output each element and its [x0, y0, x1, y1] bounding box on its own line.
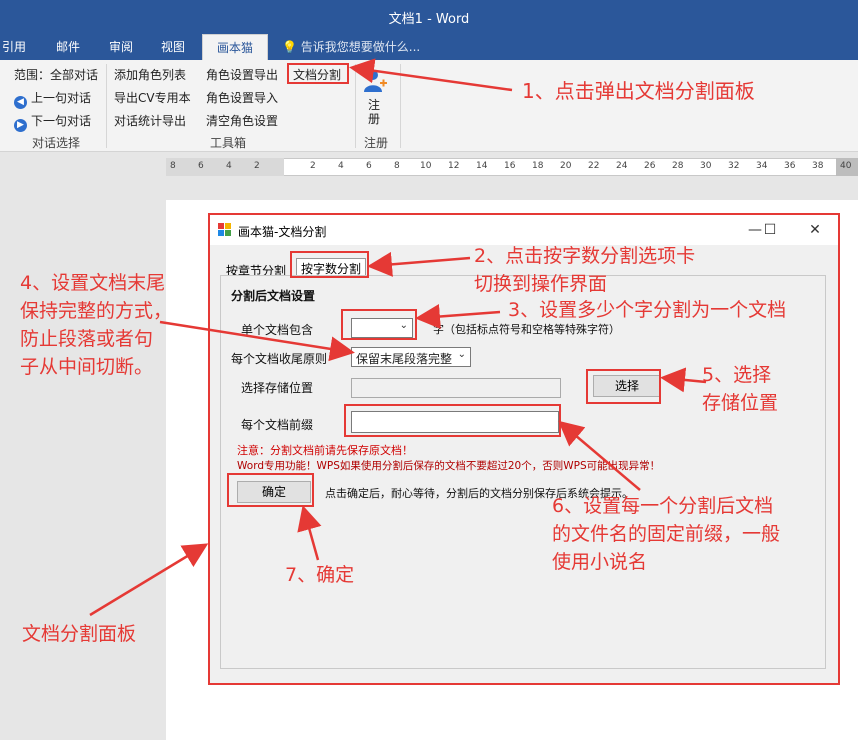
annotation-8: 文档分割面板 [22, 623, 137, 645]
annotation-3: 3、设置多少个字分割为一个文档 [508, 299, 787, 321]
annotation-7: 7、确定 [285, 564, 355, 586]
arrow-6 [558, 420, 641, 491]
annotation-5-line1: 5、选择 [702, 364, 772, 386]
annotation-6-line1: 6、设置每一个分割后文档 [552, 495, 774, 517]
annotation-1: 1、点击弹出文档分割面板 [522, 79, 755, 103]
annotation-2b: 切换到操作界面 [474, 273, 608, 295]
arrow-3 [415, 304, 501, 329]
annotation-4-line1: 4、设置文档末尾 [20, 272, 166, 294]
annotation-5-line2: 存储位置 [702, 392, 779, 414]
arrow-4 [159, 320, 355, 362]
arrow-8 [89, 543, 209, 617]
annotation-6-line3: 使用小说名 [552, 551, 648, 573]
annotation-4-line3: 防止段落或者句 [20, 328, 154, 350]
annotation-6-line2: 的文件名的固定前缀，一般 [552, 523, 781, 545]
annotation-4-line2: 保持完整的方式， [20, 300, 173, 322]
annotation-4-line4: 子从中间切断。 [20, 356, 154, 378]
arrow-7 [297, 505, 322, 561]
arrow-2 [367, 251, 471, 277]
arrow-5 [660, 367, 707, 393]
arrow-1 [349, 58, 513, 92]
annotation-2a: 2、点击按字数分割选项卡 [474, 245, 696, 267]
